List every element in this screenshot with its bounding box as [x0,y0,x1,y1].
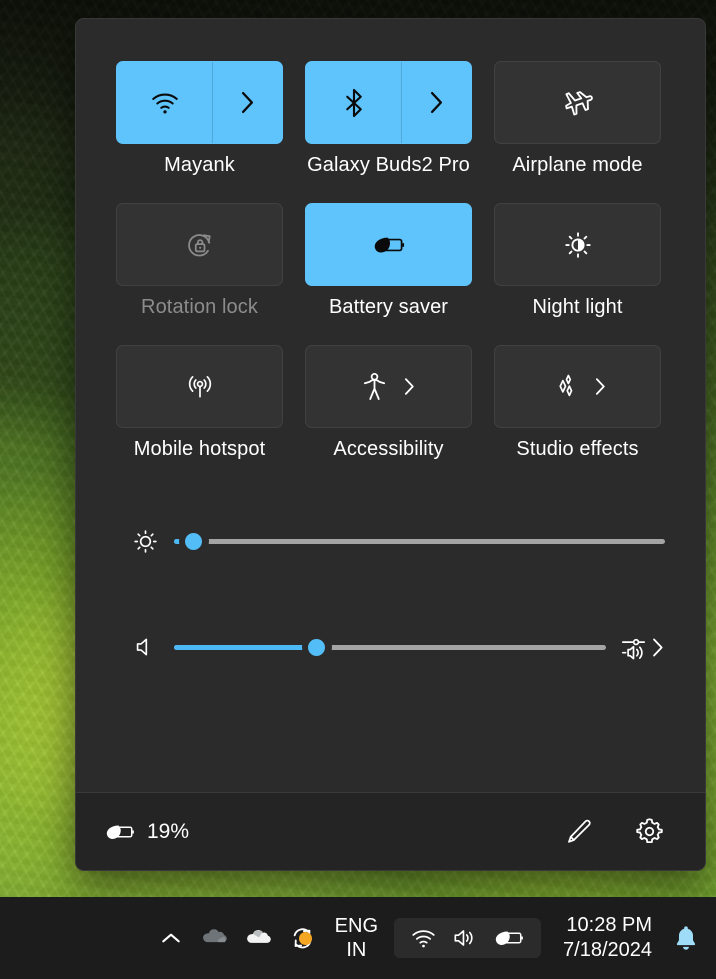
tile-grid-row-1: Mayank Galaxy Buds2 Pro Airplane mode [116,61,665,178]
tile-cell-battery-saver: Battery saver [305,203,472,320]
tile-wifi-expand[interactable] [212,62,282,143]
tile-accessibility[interactable] [305,345,472,428]
tray-overflow-button[interactable] [149,910,193,966]
tile-cell-mobile-hotspot: Mobile hotspot [116,345,283,462]
audio-output-picker[interactable] [620,634,665,661]
chevron-right-icon[interactable] [650,636,665,659]
tile-cell-studio-effects: Studio effects [494,345,661,462]
tile-cell-night-light: Night light [494,203,661,320]
clock-date: 7/18/2024 [563,939,652,961]
row-gap-2 [116,320,665,345]
language-indicator[interactable]: ENG IN [325,910,388,966]
volume-icon [451,927,479,949]
settings-button[interactable] [627,810,671,854]
brightness-slider-row [116,514,665,568]
tile-label-wifi: Mayank [164,154,235,176]
onedrive-personal-icon [200,927,230,949]
pencil-icon [565,818,593,846]
tile-accessibility-content [361,372,416,402]
chevron-up-icon [160,930,182,946]
tile-night-light[interactable] [494,203,661,286]
language-line-2: IN [346,938,367,961]
battery-saver-icon [372,233,406,257]
battery-status[interactable]: 19% [104,820,189,844]
gear-icon [635,817,664,846]
volume-slider[interactable] [174,630,606,664]
clock[interactable]: 10:28 PM 7/18/2024 [547,913,664,963]
tray-icon-onedrive-work[interactable] [237,910,281,966]
audio-mixer-icon [620,634,647,661]
tile-bluetooth[interactable] [305,61,472,144]
quick-settings-panel: Mayank Galaxy Buds2 Pro Airplane mode Ro… [75,18,706,871]
bluetooth-icon [343,88,365,118]
tile-label-night-light: Night light [532,296,623,318]
tile-cell-accessibility: Accessibility [305,345,472,462]
tile-studio-effects[interactable] [494,345,661,428]
edit-quick-settings-button[interactable] [557,810,601,854]
tile-label-rotation-lock: Rotation lock [141,296,258,318]
quick-settings-tray-button[interactable] [394,918,542,958]
tile-label-battery-saver: Battery saver [328,296,449,318]
bell-icon [673,924,699,952]
tray-icon-onedrive-personal[interactable] [193,910,237,966]
tile-airplane-mode[interactable] [494,61,661,144]
tile-cell-wifi: Mayank [116,61,283,178]
tile-cell-bluetooth: Galaxy Buds2 Pro [305,61,472,178]
tile-label-airplane-mode: Airplane mode [512,154,643,176]
sync-icon [289,926,316,951]
brightness-icon [116,528,174,555]
tile-label-mobile-hotspot: Mobile hotspot [133,438,266,460]
clock-time: 10:28 PM [566,914,652,936]
battery-saver-icon [493,927,525,949]
tile-label-studio-effects: Studio effects [516,438,639,460]
chevron-right-icon [239,90,256,115]
accessibility-icon [361,372,388,402]
wifi-icon [410,928,437,949]
tile-cell-airplane-mode: Airplane mode [494,61,661,178]
chevron-right-icon [428,90,445,115]
footer-actions [557,810,671,854]
tile-mobile-hotspot[interactable] [116,345,283,428]
studio-effects-icon [549,372,579,402]
notifications-button[interactable] [664,910,708,966]
chevron-right-icon[interactable] [402,376,416,397]
taskbar: ENG IN 10:28 PM 7/18/2024 [0,897,716,979]
tile-cell-rotation-lock: Rotation lock [116,203,283,320]
tile-rotation-lock [116,203,283,286]
volume-slider-fill [174,644,317,650]
row-gap-1 [116,178,665,203]
battery-percent-label: 19% [147,819,190,843]
onedrive-work-icon [244,927,274,949]
tray-icon-sync[interactable] [281,910,325,966]
sync-status-badge [299,931,313,945]
brightness-slider[interactable] [174,524,665,558]
desktop: Mayank Galaxy Buds2 Pro Airplane mode Ro… [0,0,716,979]
chevron-right-icon[interactable] [593,376,607,397]
sliders-area [116,462,665,674]
wifi-icon [150,91,180,115]
brightness-slider-track[interactable] [174,538,665,544]
volume-slider-row [116,620,665,674]
brightness-slider-thumb[interactable] [178,526,209,556]
tile-label-accessibility: Accessibility [333,438,444,460]
tile-wifi-toggle[interactable] [117,62,212,143]
rotation-lock-icon [185,230,215,260]
tile-bluetooth-toggle[interactable] [306,62,401,143]
volume-slider-thumb[interactable] [301,632,332,662]
tile-label-bluetooth: Galaxy Buds2 Pro [307,154,470,176]
battery-saver-icon [104,821,136,843]
tile-grid-row-3: Mobile hotspot Accessibility Studio effe… [116,345,665,462]
speaker-icon [116,635,174,659]
tile-grid-row-2: Rotation lock Battery saver Night light [116,203,665,320]
night-light-icon [563,230,593,260]
tile-wifi[interactable] [116,61,283,144]
tile-bluetooth-expand[interactable] [401,62,471,143]
tile-battery-saver[interactable] [305,203,472,286]
language-line-1: ENG [334,914,379,937]
quick-settings-footer: 19% [76,792,705,870]
mobile-hotspot-icon [185,373,215,401]
tile-studio-effects-content [549,372,607,402]
quick-settings-body: Mayank Galaxy Buds2 Pro Airplane mode Ro… [76,19,705,792]
airplane-icon [563,89,593,117]
